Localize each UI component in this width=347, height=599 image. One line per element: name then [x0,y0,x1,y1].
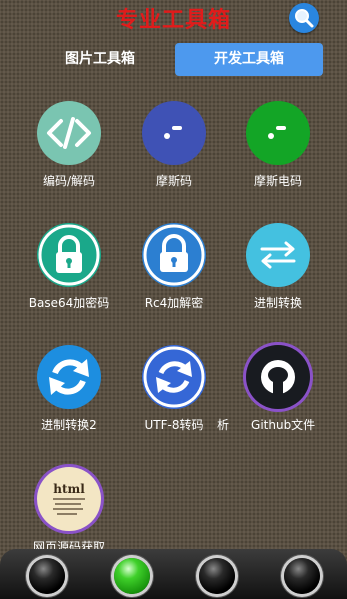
dock-button-3[interactable] [199,558,235,594]
tool-label: 编码/解码 [42,174,96,188]
tool-label: 摩斯码 [155,174,192,188]
search-icon [295,9,314,28]
search-button[interactable] [289,3,319,33]
dock-button-2[interactable] [114,558,150,594]
tool-morse-code[interactable]: 摩斯电码 [223,101,333,211]
tool-label: 进制转换 [253,296,302,310]
tool-morse[interactable]: 摩斯码 [119,101,229,211]
dock-button-1[interactable] [29,558,65,594]
dock-button-4[interactable] [284,558,320,594]
tool-base64[interactable]: Base64加密码 [14,223,124,333]
tool-utf8[interactable]: UTF-8转码 [119,345,229,455]
tool-label: Rc4加解密 [144,296,204,310]
tab-dev-tools[interactable]: 开发工具箱 [175,43,323,76]
github-label: Github文件 [251,418,316,432]
svg-text:html: html [53,482,85,496]
code-brackets-icon [37,101,101,165]
tool-label: 析 Github文件 [217,416,347,433]
tool-github[interactable]: 析 Github文件 [217,345,333,455]
swap-arrows-icon [246,223,310,287]
tool-label: UTF-8转码 [144,418,204,432]
tool-label: Base64加密码 [28,296,110,310]
html-document-icon: html [37,467,101,531]
tool-encode-decode[interactable]: 编码/解码 [14,101,124,211]
bottom-dock [0,549,347,599]
lock-icon [142,223,206,287]
tool-label: 进制转换2 [41,418,97,432]
tool-base-convert[interactable]: 进制转换 [223,223,333,333]
github-icon [246,345,310,409]
refresh-icon [37,345,101,409]
tool-rc4[interactable]: Rc4加解密 [119,223,229,333]
morse-icon [142,101,206,165]
clipped-label-fragment: 析 [217,418,230,432]
lock-icon [37,223,101,287]
tab-image-tools[interactable]: 图片工具箱 [30,43,170,76]
morse-signal-icon [246,101,310,165]
tool-label: 摩斯电码 [253,174,302,188]
refresh-icon [142,345,206,409]
tool-base-convert-2[interactable]: 进制转换2 [14,345,124,455]
